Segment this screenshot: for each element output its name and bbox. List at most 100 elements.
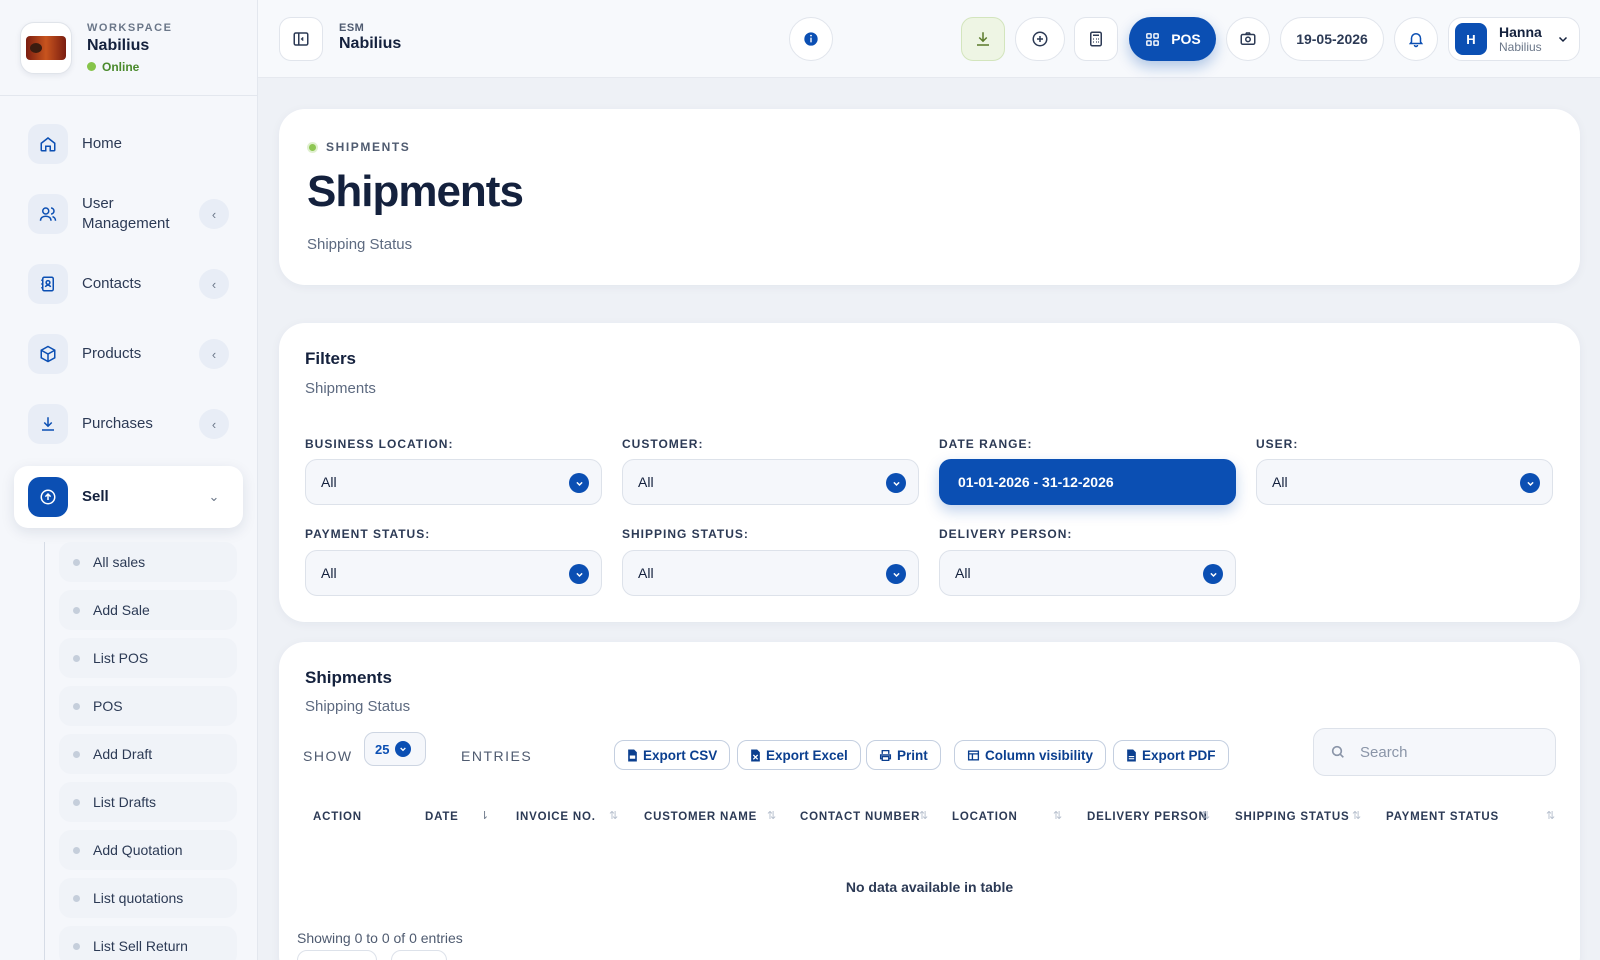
sidebar-item-contacts[interactable]: Contacts ‹: [14, 256, 243, 312]
pos-label: POS: [1171, 31, 1201, 47]
submenu-label: List POS: [93, 650, 149, 666]
select-value: All: [955, 565, 971, 581]
delivery-person-select[interactable]: All: [939, 550, 1236, 596]
sidebar-item-label: User Management: [82, 195, 170, 232]
sort-icon[interactable]: ⇅: [1053, 809, 1062, 822]
column-header-customer-name[interactable]: CUSTOMER NAME: [644, 811, 757, 823]
date-display[interactable]: 19-05-2026: [1280, 17, 1384, 61]
chevron-down-icon: [886, 564, 906, 584]
users-icon: [28, 194, 68, 234]
home-icon: [28, 124, 68, 164]
column-header-date[interactable]: DATE: [425, 811, 459, 823]
column-header-payment-status[interactable]: PAYMENT STATUS: [1386, 811, 1499, 823]
workspace-name: Nabilius: [87, 36, 150, 54]
print-button[interactable]: Print: [866, 740, 941, 770]
chevron-left-icon[interactable]: ‹: [199, 409, 229, 439]
status-dot-icon: [87, 62, 96, 71]
sidebar-item-sell[interactable]: Sell ⌄: [14, 466, 243, 528]
submenu-item-add-quotation[interactable]: Add Quotation: [59, 830, 237, 870]
column-header-location[interactable]: LOCATION: [952, 811, 1018, 823]
select-value: All: [321, 565, 337, 581]
export-excel-button[interactable]: Export Excel: [737, 740, 861, 770]
filter-label-shipping-status: SHIPPING STATUS:: [622, 527, 749, 541]
submenu-item-list-drafts[interactable]: List Drafts: [59, 782, 237, 822]
column-header-invoice-no[interactable]: INVOICE NO.: [516, 811, 596, 823]
sidebar-item-label: Purchases: [82, 415, 153, 432]
chevron-left-icon[interactable]: ‹: [199, 199, 229, 229]
pos-button[interactable]: POS: [1129, 17, 1216, 61]
bullet-icon: [73, 942, 80, 950]
filter-label-customer: CUSTOMER:: [622, 437, 704, 451]
sort-icon[interactable]: ⇅: [1201, 809, 1210, 822]
pagination-next[interactable]: [391, 950, 447, 960]
page-header-card: SHIPMENTS Shipments Shipping Status: [279, 109, 1580, 285]
sidebar: WORKSPACE Nabilius Online Home User Mana…: [0, 0, 258, 960]
submenu-label: List quotations: [93, 890, 184, 906]
sort-desc-icon[interactable]: ⇂: [480, 809, 489, 822]
submenu-item-add-sale[interactable]: Add Sale: [59, 590, 237, 630]
search-input[interactable]: Search: [1313, 728, 1556, 776]
chevron-left-icon[interactable]: ‹: [199, 269, 229, 299]
column-header-action[interactable]: ACTION: [313, 811, 362, 823]
table-empty-message: No data available in table: [845, 879, 1014, 895]
box-icon: [28, 334, 68, 374]
sort-icon[interactable]: ⇅: [1352, 809, 1361, 822]
sidebar-item-home[interactable]: Home: [14, 116, 243, 172]
calculator-button[interactable]: [1074, 17, 1118, 61]
column-visibility-button[interactable]: Column visibility: [954, 740, 1107, 770]
chevron-down-icon: [1203, 564, 1223, 584]
download-button[interactable]: [961, 17, 1005, 61]
export-pdf-button[interactable]: Export PDF: [1113, 740, 1229, 770]
submenu-item-add-draft[interactable]: Add Draft: [59, 734, 237, 774]
bullet-icon: [73, 750, 80, 758]
notifications-button[interactable]: [1394, 17, 1438, 61]
upload-icon: [28, 477, 68, 517]
sidebar-item-user-management[interactable]: User Management ‹: [14, 186, 243, 242]
column-header-shipping-status[interactable]: SHIPPING STATUS: [1235, 811, 1349, 823]
sort-icon[interactable]: ⇅: [609, 809, 618, 822]
export-csv-button[interactable]: Export CSV: [614, 740, 731, 770]
business-location-select[interactable]: All: [305, 459, 602, 505]
sidebar-item-products[interactable]: Products ‹: [14, 326, 243, 382]
user-menu[interactable]: H Hanna Nabilius: [1448, 17, 1580, 61]
entries-value: 25: [375, 741, 390, 757]
submenu-label: All sales: [93, 554, 146, 570]
workspace-header: WORKSPACE Nabilius Online: [0, 0, 257, 96]
info-button[interactable]: [789, 17, 833, 61]
pagination-previous[interactable]: [297, 950, 377, 960]
button-label: Export CSV: [643, 747, 718, 763]
add-button[interactable]: [1015, 17, 1065, 61]
submenu-item-pos[interactable]: POS: [59, 686, 237, 726]
submenu-item-list-sell-return[interactable]: List Sell Return: [59, 926, 237, 960]
submenu-item-all-sales[interactable]: All sales: [59, 542, 237, 582]
chevron-down-icon: [886, 473, 906, 493]
online-status: Online: [87, 60, 172, 74]
file-excel-icon: [751, 749, 760, 761]
payment-status-select[interactable]: All: [305, 550, 602, 596]
submenu-item-list-pos[interactable]: List POS: [59, 638, 237, 678]
file-pdf-icon: [1127, 749, 1136, 761]
workspace-logo[interactable]: [20, 21, 72, 74]
status-label: Online: [102, 59, 140, 74]
sort-icon[interactable]: ⇅: [767, 809, 776, 822]
download-icon: [977, 32, 989, 46]
chevron-left-icon[interactable]: ‹: [199, 339, 229, 369]
plus-circle-icon: [1032, 31, 1048, 47]
column-header-delivery-person[interactable]: DELIVERY PERSON: [1087, 811, 1208, 823]
shipping-status-select[interactable]: All: [622, 550, 919, 596]
date-range-picker[interactable]: 01-01-2026 - 31-12-2026: [939, 459, 1236, 505]
entries-select[interactable]: 25: [364, 732, 426, 766]
sort-icon[interactable]: ⇅: [1546, 809, 1555, 822]
button-label: Column visibility: [985, 747, 1094, 763]
cash-register-button[interactable]: [1226, 17, 1270, 61]
toggle-sidebar-button[interactable]: [279, 17, 323, 61]
chevron-down-icon[interactable]: ⌄: [199, 482, 229, 512]
submenu-item-list-quotations[interactable]: List quotations: [59, 878, 237, 918]
select-value: All: [638, 474, 654, 490]
table-subtitle: Shipping Status: [305, 698, 411, 715]
column-header-contact-number[interactable]: CONTACT NUMBER: [800, 811, 920, 823]
sidebar-item-purchases[interactable]: Purchases ‹: [14, 396, 243, 452]
customer-select[interactable]: All: [622, 459, 919, 505]
sort-icon[interactable]: ⇅: [919, 809, 928, 822]
user-select[interactable]: All: [1256, 459, 1553, 505]
